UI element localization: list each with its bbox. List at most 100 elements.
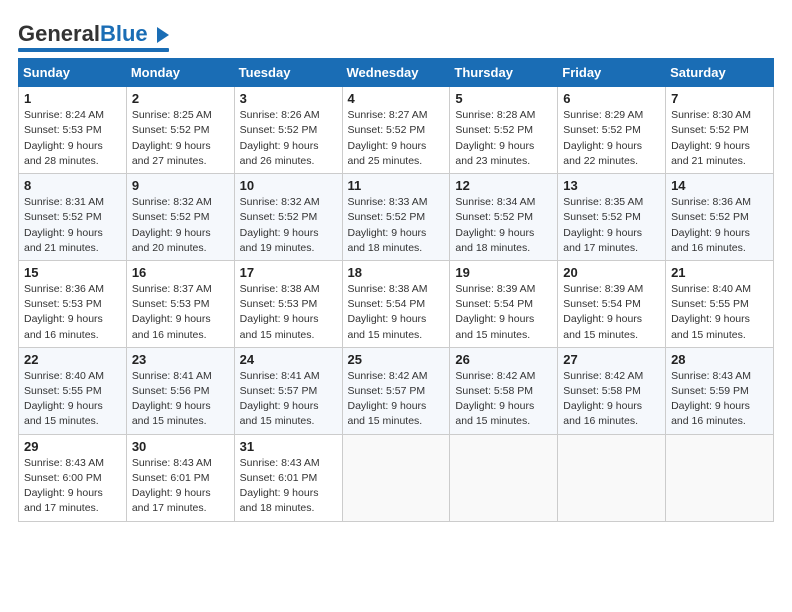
day-number: 25 <box>348 352 445 367</box>
day-number: 3 <box>240 91 337 106</box>
calendar-week-row-3: 15 Sunrise: 8:36 AMSunset: 5:53 PMDayligh… <box>19 260 774 347</box>
day-detail: Sunrise: 8:43 AMSunset: 6:00 PMDaylight:… <box>24 456 121 517</box>
day-detail: Sunrise: 8:42 AMSunset: 5:57 PMDaylight:… <box>348 369 445 430</box>
day-detail: Sunrise: 8:34 AMSunset: 5:52 PMDaylight:… <box>455 195 552 256</box>
logo-arrow-icon <box>157 27 169 43</box>
day-detail: Sunrise: 8:28 AMSunset: 5:52 PMDaylight:… <box>455 108 552 169</box>
calendar-cell: 31 Sunrise: 8:43 AMSunset: 6:01 PMDayligh… <box>234 434 342 521</box>
day-number: 11 <box>348 178 445 193</box>
day-number: 4 <box>348 91 445 106</box>
calendar-cell: 24 Sunrise: 8:41 AMSunset: 5:57 PMDayligh… <box>234 347 342 434</box>
calendar-cell: 7Sunrise: 8:30 AMSunset: 5:52 PMDaylight… <box>666 87 774 174</box>
day-number: 23 <box>132 352 229 367</box>
day-detail: Sunrise: 8:32 AMSunset: 5:52 PMDaylight:… <box>240 195 337 256</box>
header: GeneralBlue <box>18 18 774 52</box>
calendar-week-row-1: 1Sunrise: 8:24 AMSunset: 5:53 PMDaylight… <box>19 87 774 174</box>
day-number: 24 <box>240 352 337 367</box>
day-detail: Sunrise: 8:30 AMSunset: 5:52 PMDaylight:… <box>671 108 768 169</box>
day-number: 17 <box>240 265 337 280</box>
calendar-cell <box>666 434 774 521</box>
calendar-week-row-4: 22 Sunrise: 8:40 AMSunset: 5:55 PMDayligh… <box>19 347 774 434</box>
day-detail: Sunrise: 8:43 AMSunset: 6:01 PMDaylight:… <box>240 456 337 517</box>
calendar-week-row-2: 8Sunrise: 8:31 AMSunset: 5:52 PMDaylight… <box>19 174 774 261</box>
calendar-header-sunday: Sunday <box>19 59 127 87</box>
calendar-cell: 10Sunrise: 8:32 AMSunset: 5:52 PMDayligh… <box>234 174 342 261</box>
day-detail: Sunrise: 8:38 AMSunset: 5:53 PMDaylight:… <box>240 282 337 343</box>
calendar-header-row: SundayMondayTuesdayWednesdayThursdayFrid… <box>19 59 774 87</box>
day-detail: Sunrise: 8:36 AMSunset: 5:52 PMDaylight:… <box>671 195 768 256</box>
day-number: 22 <box>24 352 121 367</box>
day-number: 20 <box>563 265 660 280</box>
day-detail: Sunrise: 8:32 AMSunset: 5:52 PMDaylight:… <box>132 195 229 256</box>
day-detail: Sunrise: 8:41 AMSunset: 5:56 PMDaylight:… <box>132 369 229 430</box>
day-detail: Sunrise: 8:35 AMSunset: 5:52 PMDaylight:… <box>563 195 660 256</box>
calendar-cell: 13 Sunrise: 8:35 AMSunset: 5:52 PMDayligh… <box>558 174 666 261</box>
day-detail: Sunrise: 8:36 AMSunset: 5:53 PMDaylight:… <box>24 282 121 343</box>
calendar-cell: 30Sunrise: 8:43 AMSunset: 6:01 PMDayligh… <box>126 434 234 521</box>
day-detail: Sunrise: 8:37 AMSunset: 5:53 PMDaylight:… <box>132 282 229 343</box>
day-detail: Sunrise: 8:40 AMSunset: 5:55 PMDaylight:… <box>24 369 121 430</box>
day-number: 28 <box>671 352 768 367</box>
day-number: 31 <box>240 439 337 454</box>
calendar-header-monday: Monday <box>126 59 234 87</box>
day-detail: Sunrise: 8:24 AMSunset: 5:53 PMDaylight:… <box>24 108 121 169</box>
calendar-header-wednesday: Wednesday <box>342 59 450 87</box>
day-detail: Sunrise: 8:27 AMSunset: 5:52 PMDaylight:… <box>348 108 445 169</box>
day-detail: Sunrise: 8:38 AMSunset: 5:54 PMDaylight:… <box>348 282 445 343</box>
calendar-cell: 6 Sunrise: 8:29 AMSunset: 5:52 PMDaylight… <box>558 87 666 174</box>
day-number: 15 <box>24 265 121 280</box>
day-number: 19 <box>455 265 552 280</box>
calendar-cell: 14 Sunrise: 8:36 AMSunset: 5:52 PMDayligh… <box>666 174 774 261</box>
calendar-cell: 17 Sunrise: 8:38 AMSunset: 5:53 PMDayligh… <box>234 260 342 347</box>
calendar-header-friday: Friday <box>558 59 666 87</box>
calendar-header-tuesday: Tuesday <box>234 59 342 87</box>
day-detail: Sunrise: 8:43 AMSunset: 5:59 PMDaylight:… <box>671 369 768 430</box>
day-detail: Sunrise: 8:33 AMSunset: 5:52 PMDaylight:… <box>348 195 445 256</box>
logo-blue: Blue <box>100 21 148 46</box>
day-number: 9 <box>132 178 229 193</box>
calendar-cell: 26 Sunrise: 8:42 AMSunset: 5:58 PMDayligh… <box>450 347 558 434</box>
calendar-cell: 20 Sunrise: 8:39 AMSunset: 5:54 PMDayligh… <box>558 260 666 347</box>
calendar-cell: 4 Sunrise: 8:27 AMSunset: 5:52 PMDaylight… <box>342 87 450 174</box>
calendar-cell <box>450 434 558 521</box>
day-detail: Sunrise: 8:41 AMSunset: 5:57 PMDaylight:… <box>240 369 337 430</box>
calendar-week-row-5: 29 Sunrise: 8:43 AMSunset: 6:00 PMDayligh… <box>19 434 774 521</box>
calendar-cell: 28 Sunrise: 8:43 AMSunset: 5:59 PMDayligh… <box>666 347 774 434</box>
day-detail: Sunrise: 8:25 AMSunset: 5:52 PMDaylight:… <box>132 108 229 169</box>
calendar-cell: 11 Sunrise: 8:33 AMSunset: 5:52 PMDayligh… <box>342 174 450 261</box>
day-number: 8 <box>24 178 121 193</box>
calendar-cell: 25 Sunrise: 8:42 AMSunset: 5:57 PMDayligh… <box>342 347 450 434</box>
calendar-cell: 21Sunrise: 8:40 AMSunset: 5:55 PMDayligh… <box>666 260 774 347</box>
day-number: 18 <box>348 265 445 280</box>
day-number: 27 <box>563 352 660 367</box>
day-number: 5 <box>455 91 552 106</box>
calendar-cell: 12Sunrise: 8:34 AMSunset: 5:52 PMDayligh… <box>450 174 558 261</box>
day-number: 14 <box>671 178 768 193</box>
calendar-cell: 8Sunrise: 8:31 AMSunset: 5:52 PMDaylight… <box>19 174 127 261</box>
day-detail: Sunrise: 8:42 AMSunset: 5:58 PMDaylight:… <box>563 369 660 430</box>
calendar-body: 1Sunrise: 8:24 AMSunset: 5:53 PMDaylight… <box>19 87 774 521</box>
calendar-cell <box>342 434 450 521</box>
day-number: 30 <box>132 439 229 454</box>
day-number: 29 <box>24 439 121 454</box>
day-number: 13 <box>563 178 660 193</box>
calendar-cell: 5 Sunrise: 8:28 AMSunset: 5:52 PMDaylight… <box>450 87 558 174</box>
calendar-cell: 22 Sunrise: 8:40 AMSunset: 5:55 PMDayligh… <box>19 347 127 434</box>
day-detail: Sunrise: 8:39 AMSunset: 5:54 PMDaylight:… <box>455 282 552 343</box>
calendar-cell: 3 Sunrise: 8:26 AMSunset: 5:52 PMDaylight… <box>234 87 342 174</box>
calendar-header-saturday: Saturday <box>666 59 774 87</box>
day-detail: Sunrise: 8:39 AMSunset: 5:54 PMDaylight:… <box>563 282 660 343</box>
calendar-cell: 16 Sunrise: 8:37 AMSunset: 5:53 PMDayligh… <box>126 260 234 347</box>
day-detail: Sunrise: 8:29 AMSunset: 5:52 PMDaylight:… <box>563 108 660 169</box>
day-number: 16 <box>132 265 229 280</box>
day-number: 21 <box>671 265 768 280</box>
calendar-cell: 1Sunrise: 8:24 AMSunset: 5:53 PMDaylight… <box>19 87 127 174</box>
day-detail: Sunrise: 8:42 AMSunset: 5:58 PMDaylight:… <box>455 369 552 430</box>
calendar-cell: 18 Sunrise: 8:38 AMSunset: 5:54 PMDayligh… <box>342 260 450 347</box>
calendar-cell <box>558 434 666 521</box>
day-number: 2 <box>132 91 229 106</box>
day-number: 26 <box>455 352 552 367</box>
calendar-cell: 29 Sunrise: 8:43 AMSunset: 6:00 PMDayligh… <box>19 434 127 521</box>
day-number: 6 <box>563 91 660 106</box>
day-detail: Sunrise: 8:26 AMSunset: 5:52 PMDaylight:… <box>240 108 337 169</box>
